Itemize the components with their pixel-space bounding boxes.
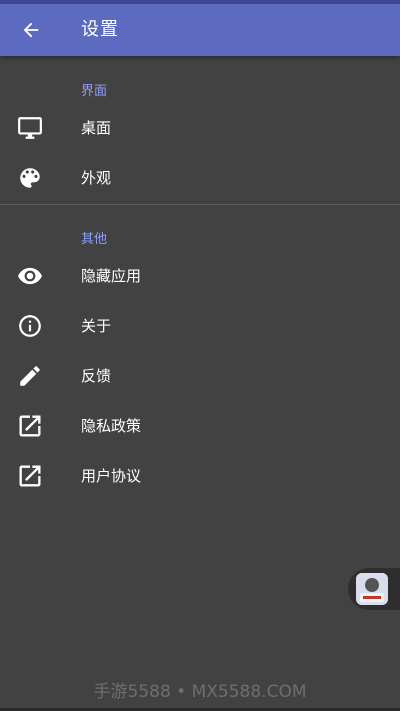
settings-item-label: 反馈 [81, 367, 112, 385]
section-header-other: 其他 [81, 232, 108, 247]
palette-icon [16, 164, 44, 192]
settings-item-label: 用户协议 [81, 467, 142, 485]
open-external-icon [16, 462, 44, 490]
floating-assistant-button[interactable] [348, 568, 400, 610]
section-header-interface: 界面 [81, 84, 108, 99]
section-divider [0, 204, 400, 205]
settings-item-desktop[interactable]: 桌面 [0, 104, 400, 152]
monitor-icon [16, 114, 44, 142]
assistant-avatar-icon [356, 573, 388, 605]
back-button[interactable] [14, 13, 48, 47]
settings-item-hidden-apps[interactable]: 隐藏应用 [0, 252, 400, 300]
settings-item-label: 隐私政策 [81, 417, 142, 435]
settings-item-label: 关于 [81, 317, 112, 335]
settings-item-label: 桌面 [81, 119, 112, 137]
page-title: 设置 [81, 19, 119, 40]
arrow-back-icon [23, 22, 39, 38]
settings-item-user-agreement[interactable]: 用户协议 [0, 452, 400, 500]
open-external-icon [16, 412, 44, 440]
eye-icon [16, 262, 44, 290]
settings-item-privacy-policy[interactable]: 隐私政策 [0, 402, 400, 450]
settings-item-about[interactable]: 关于 [0, 302, 400, 350]
pencil-icon [16, 362, 44, 390]
settings-item-label: 隐藏应用 [81, 267, 142, 285]
settings-item-label: 外观 [81, 169, 112, 187]
settings-item-feedback[interactable]: 反馈 [0, 352, 400, 400]
watermark-text: 手游5588 • MX5588.COM [93, 682, 307, 702]
settings-item-appearance[interactable]: 外观 [0, 154, 400, 202]
info-icon [16, 312, 44, 340]
app-bar: 设置 [0, 4, 400, 56]
